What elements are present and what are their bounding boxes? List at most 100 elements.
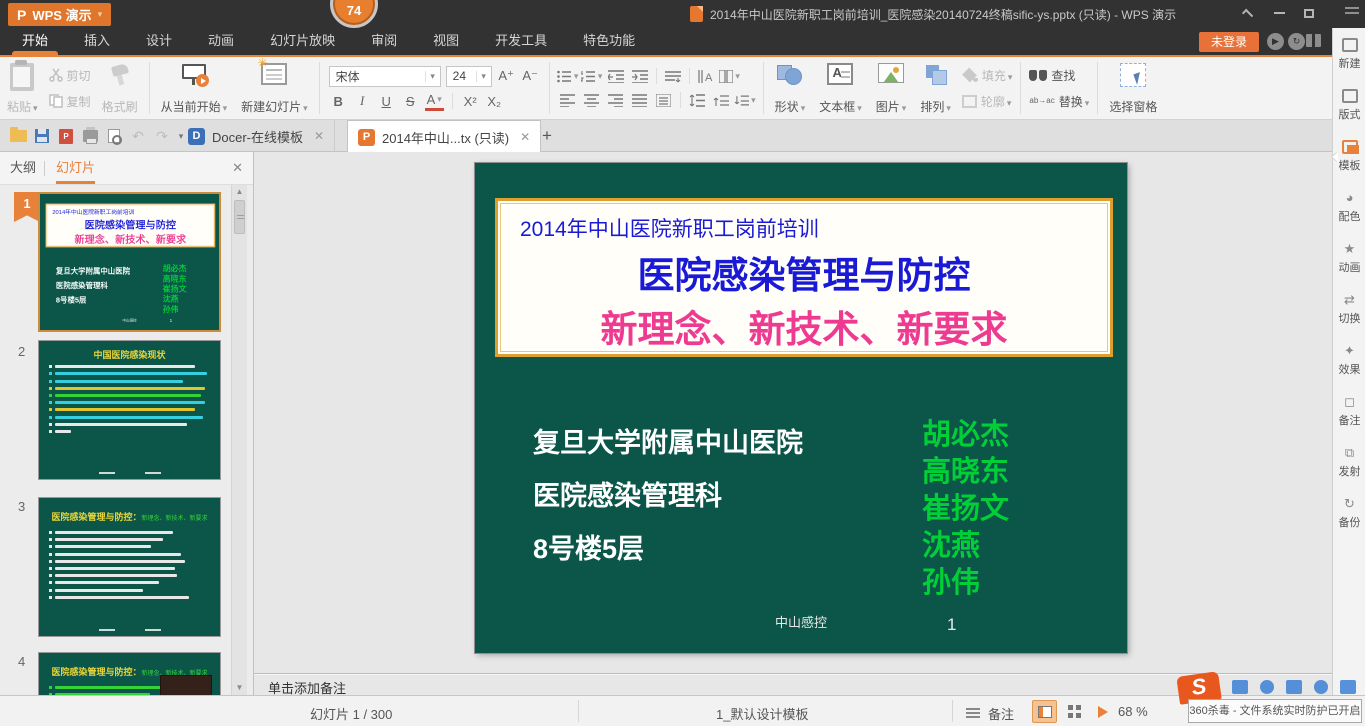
increase-indent-button[interactable] (629, 66, 651, 86)
corner-menu-icon[interactable] (1345, 7, 1359, 17)
decrease-indent-button[interactable] (605, 66, 627, 86)
collapse-ribbon-button[interactable] (1234, 0, 1264, 26)
arrange-button[interactable]: 排列 (913, 57, 958, 119)
numbering-button[interactable] (581, 66, 603, 86)
maximize-button[interactable] (1294, 0, 1324, 26)
slide-thumbnail-4[interactable]: 医院感染管理与防控：新理念、新技术、新要求 (38, 652, 221, 695)
align-center-button[interactable] (581, 90, 603, 110)
textbox-button[interactable]: 文本框 (812, 57, 869, 119)
sidebar-item-animation[interactable]: ★ 动画 (1333, 240, 1365, 288)
subscript-button[interactable]: X₂ (485, 92, 504, 111)
tab-home[interactable]: 开始 (8, 28, 62, 55)
shrink-font-button[interactable]: A⁻ (521, 67, 540, 86)
vertical-text-button[interactable]: A (695, 66, 717, 86)
cut-button[interactable]: 剪切 (49, 65, 91, 85)
score-badge[interactable]: 74 (330, 0, 378, 28)
slide-thumbnail-3[interactable]: 医院感染管理与防控：新理念、新技术、新要求 (38, 497, 221, 637)
superscript-button[interactable]: X² (461, 92, 480, 111)
slide-sorter-button[interactable] (1062, 700, 1087, 723)
slideshow-button[interactable] (1090, 700, 1115, 723)
sidebar-item-layout[interactable]: 版式 (1333, 87, 1365, 135)
outline-button[interactable]: 轮廓 (962, 91, 1013, 111)
find-button[interactable]: 查找 (1029, 65, 1089, 85)
space-before-button[interactable] (710, 90, 732, 110)
undo-button[interactable]: ↶ (126, 124, 150, 148)
redo-button[interactable]: ↷ (150, 124, 174, 148)
doc-tab-current[interactable]: P 2014年中山...tx (只读) ✕ (347, 120, 541, 153)
sidebar-item-template[interactable]: 模板 (1333, 138, 1365, 186)
sidebar-item-new[interactable]: 新建 (1333, 36, 1365, 84)
distribute-button[interactable] (653, 90, 675, 110)
tab-view[interactable]: 视图 (419, 28, 473, 55)
text-distribute-button[interactable] (662, 66, 684, 86)
feedback-icon[interactable]: ↻ (1288, 33, 1305, 50)
tab-animation[interactable]: 动画 (194, 28, 248, 55)
print-preview-button[interactable] (102, 124, 126, 148)
scroll-up-icon[interactable]: ▲ (232, 185, 247, 199)
close-tab-icon[interactable]: ✕ (314, 129, 324, 143)
wps-menu-button[interactable]: P WPS 演示 ▾ (8, 3, 111, 26)
tab-outline[interactable]: 大纲 (10, 152, 36, 184)
tab-insert[interactable]: 插入 (70, 28, 124, 55)
replace-button[interactable]: ab→ac 替换 (1029, 91, 1089, 111)
notes-pane[interactable]: 单击添加备注 (254, 673, 1332, 695)
save-button[interactable] (30, 124, 54, 148)
scroll-down-icon[interactable]: ▼ (232, 681, 247, 695)
slide-title-box[interactable]: 2014年中山医院新职工岗前培训 医院感染管理与防控 新理念、新技术、新要求 (495, 198, 1113, 357)
doc-tab-docer[interactable]: D Docer-在线模板 ✕ (178, 120, 335, 152)
align-left-button[interactable] (557, 90, 579, 110)
italic-button[interactable]: I (353, 92, 372, 111)
shapes-button[interactable]: 形状 (768, 57, 813, 119)
paste-button[interactable]: 粘贴 (0, 57, 45, 119)
sidebar-item-colors[interactable]: ◕ 配色 (1333, 189, 1365, 237)
thumbnails-scrollbar[interactable]: ▲ ▼ (231, 185, 247, 695)
font-color-button[interactable]: A (425, 92, 444, 111)
open-file-button[interactable] (6, 124, 30, 148)
sidebar-item-notes[interactable]: ◻ 备注 (1333, 393, 1365, 441)
justify-button[interactable] (629, 90, 651, 110)
sidebar-item-backup[interactable]: ↻ 备份 (1333, 495, 1365, 543)
space-after-button[interactable] (734, 90, 756, 110)
print-button[interactable] (78, 124, 102, 148)
close-panel-icon[interactable]: ✕ (232, 160, 243, 176)
notes-toggle[interactable]: 备注 (988, 704, 1014, 723)
line-spacing-button[interactable] (686, 90, 708, 110)
bold-button[interactable]: B (329, 92, 348, 111)
close-tab-icon[interactable]: ✕ (520, 130, 530, 144)
slide-thumbnail-2[interactable]: 中国医院感染现状 (38, 340, 221, 480)
export-pdf-button[interactable]: P (54, 124, 78, 148)
align-right-button[interactable] (605, 90, 627, 110)
underline-button[interactable]: U (377, 92, 396, 111)
login-button[interactable]: 未登录 (1199, 32, 1259, 52)
play-from-current-button[interactable]: 从当前开始 (154, 57, 235, 119)
gift-icon[interactable] (1306, 34, 1321, 47)
minimize-button[interactable] (1264, 0, 1294, 26)
tab-slideshow[interactable]: 幻灯片放映 (256, 28, 349, 55)
tab-slides[interactable]: 幻灯片 (56, 152, 95, 184)
sidebar-item-share[interactable]: ⧉ 发射 (1333, 444, 1365, 492)
columns-button[interactable] (719, 66, 741, 86)
tab-special-features[interactable]: 特色功能 (569, 28, 649, 55)
bullets-button[interactable] (557, 66, 579, 86)
new-slide-button[interactable]: 新建幻灯片 (234, 57, 315, 119)
format-painter-button[interactable]: 格式刷 (95, 57, 145, 119)
fill-button[interactable]: 填充 (962, 65, 1013, 85)
picture-button[interactable]: 图片 (869, 57, 914, 119)
slide-thumbnail-1[interactable]: 2014年中山医院新职工岗前培训 医院感染管理与防控 新理念、新技术、新要求 复… (38, 192, 221, 332)
selection-pane-button[interactable]: 选择窗格 (1102, 57, 1164, 119)
skin-icon[interactable]: ▶ (1267, 33, 1284, 50)
tab-design[interactable]: 设计 (132, 28, 186, 55)
main-slide[interactable]: 2014年中山医院新职工岗前培训 医院感染管理与防控 新理念、新技术、新要求 复… (475, 163, 1127, 653)
zoom-level[interactable]: 68 % (1118, 704, 1148, 719)
font-size-select[interactable]: 24▾ (446, 66, 492, 87)
grow-font-button[interactable]: A⁺ (497, 67, 516, 86)
sidebar-item-effects[interactable]: ✦ 效果 (1333, 342, 1365, 390)
tab-developer[interactable]: 开发工具 (481, 28, 561, 55)
scrollbar-thumb[interactable] (234, 200, 245, 234)
normal-view-button[interactable] (1032, 700, 1057, 723)
new-tab-button[interactable] (537, 126, 557, 146)
copy-button[interactable]: 复制 (49, 91, 91, 111)
strikethrough-button[interactable]: S (401, 92, 420, 111)
tab-review[interactable]: 审阅 (357, 28, 411, 55)
font-name-select[interactable]: 宋体▾ (329, 66, 441, 87)
